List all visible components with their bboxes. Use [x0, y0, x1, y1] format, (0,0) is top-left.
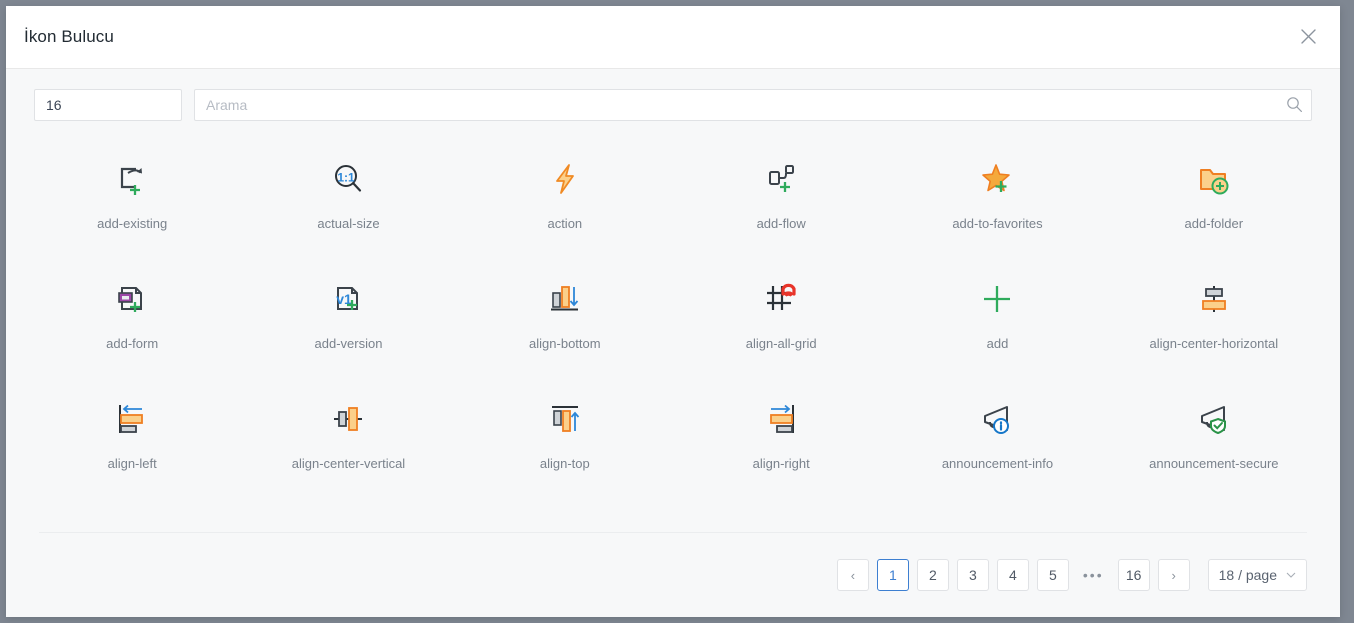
add-version-icon: v1 — [324, 275, 372, 323]
align-center-horizontal-icon — [1190, 275, 1238, 323]
add-flow-icon — [757, 155, 805, 203]
page-size-label: 18 / page — [1218, 567, 1277, 583]
icon-finder-dialog: İkon Bulucu 16 Arama add-existing 1:1 ac… — [6, 6, 1340, 617]
dialog-header: İkon Bulucu — [6, 6, 1340, 69]
icon-label: add-to-favorites — [952, 216, 1043, 231]
pagination-ellipsis[interactable]: ••• — [1077, 559, 1110, 591]
add-form-icon — [108, 275, 156, 323]
icon-cell[interactable]: 1:1 actual-size — [240, 143, 456, 263]
icon-label: align-center-horizontal — [1149, 336, 1279, 351]
icon-cell[interactable]: add-folder — [1106, 143, 1322, 263]
add-to-favorites-icon — [973, 155, 1021, 203]
icon-cell[interactable]: align-center-horizontal — [1106, 263, 1322, 383]
icon-label: add-form — [106, 336, 159, 351]
icon-label: add-existing — [97, 216, 168, 231]
align-center-vertical-icon — [324, 395, 372, 443]
actual-size-icon: 1:1 — [324, 155, 372, 203]
icon-cell[interactable]: add-flow — [673, 143, 889, 263]
icon-cell[interactable]: add-form — [24, 263, 240, 383]
icon-cell[interactable]: align-top — [457, 383, 673, 503]
icon-cell[interactable]: announcement-secure — [1106, 383, 1322, 503]
icon-label: add-flow — [756, 216, 806, 231]
icon-cell[interactable]: align-right — [673, 383, 889, 503]
icon-label: action — [547, 216, 583, 231]
icon-cell[interactable]: align-center-vertical — [240, 383, 456, 503]
pagination-page-2[interactable]: 2 — [916, 559, 949, 591]
search-input[interactable] — [194, 89, 1312, 121]
icon-cell[interactable]: align-left — [24, 383, 240, 503]
align-top-icon — [541, 395, 589, 443]
icon-cell[interactable]: add-to-favorites — [889, 143, 1105, 263]
close-button[interactable] — [1288, 16, 1328, 56]
icon-cell[interactable]: action — [457, 143, 673, 263]
icon-label: align-top — [539, 456, 590, 471]
pagination-page-1[interactable]: 1 — [876, 559, 909, 591]
add-folder-icon — [1190, 155, 1238, 203]
icon-label: align-left — [107, 456, 157, 471]
add-icon — [973, 275, 1021, 323]
search-field-wrapper — [194, 89, 1312, 121]
icon-label: announcement-info — [941, 456, 1054, 471]
toolbar — [6, 69, 1340, 121]
svg-text:1:1: 1:1 — [338, 171, 356, 185]
icon-label: announcement-secure — [1149, 456, 1279, 471]
pagination-next-button[interactable]: › — [1157, 559, 1190, 591]
pagination: ‹ 1 2 3 4 5 ••• 16 › 18 / page — [836, 559, 1307, 591]
announcement-secure-icon — [1190, 395, 1238, 443]
dialog-body: add-existing 1:1 actual-size — [6, 69, 1340, 617]
pagination-page-last[interactable]: 16 — [1117, 559, 1150, 591]
icon-cell[interactable]: v1 add-version — [240, 263, 456, 383]
icon-label: add — [986, 336, 1009, 351]
align-left-icon — [108, 395, 156, 443]
icon-label: align-right — [752, 456, 810, 471]
dialog-title: İkon Bulucu — [24, 27, 114, 46]
icon-cell[interactable]: add — [889, 263, 1105, 383]
pagination-prev-button[interactable]: ‹ — [836, 559, 869, 591]
icon-label: add-version — [314, 336, 383, 351]
page-size-selector[interactable]: 18 / page — [1207, 559, 1307, 591]
icon-label: add-folder — [1184, 216, 1244, 231]
icon-cell[interactable]: add-existing — [24, 143, 240, 263]
icon-cell[interactable]: align-all-grid — [673, 263, 889, 383]
announcement-info-icon — [973, 395, 1021, 443]
icon-label: actual-size — [317, 216, 380, 231]
icon-label: align-bottom — [529, 336, 601, 351]
icon-cell[interactable]: announcement-info — [889, 383, 1105, 503]
icon-grid: add-existing 1:1 actual-size action add-… — [6, 121, 1340, 532]
icon-label: align-center-vertical — [291, 456, 406, 471]
pagination-page-3[interactable]: 3 — [956, 559, 989, 591]
icon-label: align-all-grid — [745, 336, 817, 351]
close-icon — [1300, 28, 1316, 44]
icon-cell[interactable]: align-bottom — [457, 263, 673, 383]
icon-size-input[interactable] — [34, 89, 182, 121]
align-all-grid-icon — [757, 275, 805, 323]
pagination-page-4[interactable]: 4 — [996, 559, 1029, 591]
align-bottom-icon — [541, 275, 589, 323]
align-right-icon — [757, 395, 805, 443]
pagination-footer: ‹ 1 2 3 4 5 ••• 16 › 18 / page — [39, 532, 1307, 617]
add-existing-icon — [108, 155, 156, 203]
action-icon — [541, 155, 589, 203]
pagination-page-5[interactable]: 5 — [1036, 559, 1069, 591]
chevron-down-icon — [1286, 572, 1296, 578]
